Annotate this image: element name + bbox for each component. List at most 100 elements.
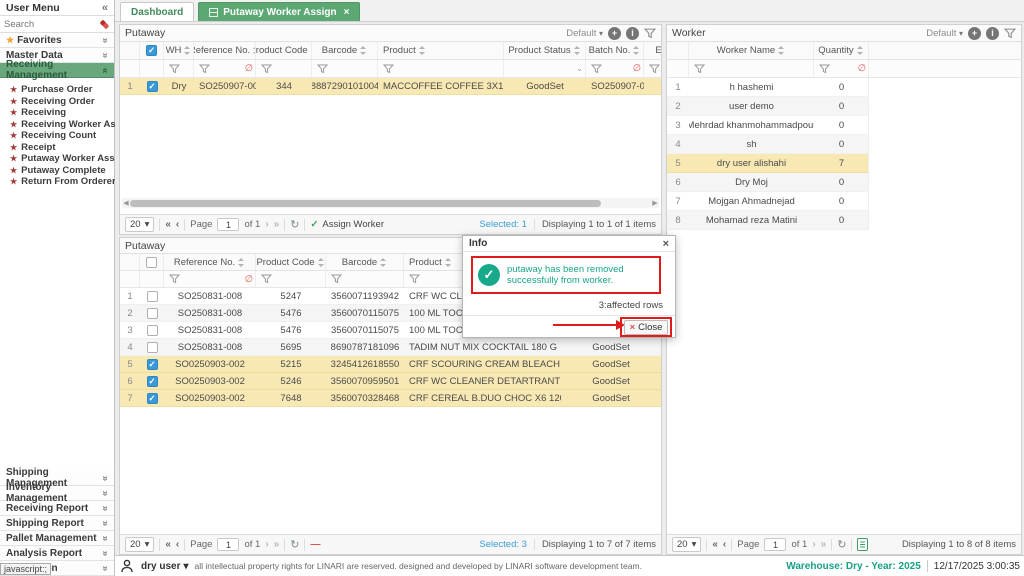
column-header-quantity[interactable]: Quantity bbox=[814, 42, 869, 59]
row-checkbox[interactable]: ✓ bbox=[147, 359, 158, 370]
filter-product[interactable] bbox=[378, 60, 504, 77]
table-row-selected[interactable]: 5 ✓ SO0250903-002 5215 3245412618550 CRF… bbox=[120, 356, 661, 373]
remove-worker-button[interactable]: — bbox=[310, 539, 320, 550]
first-page-button[interactable]: « bbox=[165, 219, 171, 230]
sidebar-item-receiving-count[interactable]: ★Receiving Count bbox=[10, 130, 114, 142]
column-header-reference-no[interactable]: Reference No. bbox=[194, 42, 256, 59]
last-page-button[interactable]: » bbox=[821, 539, 827, 550]
collapse-sidebar-icon[interactable]: « bbox=[102, 2, 108, 14]
close-tab-icon[interactable]: × bbox=[344, 7, 350, 18]
sidebar-section-receiving-management[interactable]: Receiving Management « bbox=[0, 63, 114, 78]
column-header-batch-no[interactable]: Batch No. bbox=[586, 42, 644, 59]
table-row[interactable]: 7 Mojgan Ahmadnejad 0 bbox=[667, 192, 869, 211]
page-size-select[interactable]: 20▾ bbox=[125, 537, 154, 552]
view-selector[interactable]: Default ▾ bbox=[566, 28, 603, 39]
checkbox-unchecked-icon[interactable] bbox=[146, 257, 157, 268]
table-row[interactable]: 1 ✓ Dry SO250907-009 344 8887290101004 M… bbox=[120, 78, 661, 95]
column-header-barcode[interactable]: Barcode bbox=[312, 42, 378, 59]
table-row-selected[interactable]: 5 dry user alishahi 7 bbox=[667, 154, 869, 173]
scrollbar-thumb[interactable] bbox=[130, 200, 601, 207]
next-page-button[interactable]: › bbox=[265, 219, 268, 230]
clear-filter-icon[interactable]: ∅ bbox=[633, 63, 641, 74]
assign-worker-button[interactable]: ✓Assign Worker bbox=[310, 219, 384, 230]
sidebar-section-shipping-report[interactable]: Shipping Report« bbox=[0, 516, 114, 531]
sidebar-item-receiving-order[interactable]: ★Receiving Order bbox=[10, 96, 114, 108]
plus-circle-icon[interactable]: + bbox=[608, 27, 621, 40]
row-checkbox[interactable] bbox=[147, 325, 158, 336]
refresh-icon[interactable]: ↻ bbox=[837, 538, 846, 551]
column-header-product-code[interactable]: Product Code bbox=[256, 254, 326, 270]
clear-filter-icon[interactable]: ∅ bbox=[245, 274, 253, 285]
row-checkbox[interactable] bbox=[147, 342, 158, 353]
filter-barcode[interactable] bbox=[312, 60, 378, 77]
table-row[interactable]: 4 sh 0 bbox=[667, 135, 869, 154]
page-size-select[interactable]: 20▾ bbox=[672, 537, 701, 552]
last-page-button[interactable]: » bbox=[274, 539, 280, 550]
filter-product-code[interactable] bbox=[256, 271, 326, 287]
table-row-selected[interactable]: 6 ✓ SO0250903-002 5246 3560070959501 CRF… bbox=[120, 373, 661, 390]
clear-search-icon[interactable] bbox=[99, 19, 110, 30]
sidebar-item-putaway-worker-assign[interactable]: ★Putaway Worker Assign bbox=[10, 153, 114, 165]
checkbox-checked-icon[interactable]: ✓ bbox=[146, 45, 157, 56]
filter-quantity[interactable]: ∅ bbox=[814, 60, 869, 77]
filter-product-code[interactable] bbox=[256, 60, 312, 77]
sidebar-item-receiving-worker-assign[interactable]: ★Receiving Worker Assign bbox=[10, 119, 114, 131]
first-page-button[interactable]: « bbox=[165, 539, 171, 550]
row-checkbox[interactable] bbox=[147, 308, 158, 319]
search-input[interactable] bbox=[4, 19, 95, 30]
plus-circle-icon[interactable]: + bbox=[968, 27, 981, 40]
page-input[interactable] bbox=[764, 538, 786, 551]
sidebar-item-putaway-complete[interactable]: ★Putaway Complete bbox=[10, 165, 114, 177]
filter-icon[interactable] bbox=[644, 28, 656, 39]
view-selector[interactable]: Default ▾ bbox=[926, 28, 963, 39]
last-page-button[interactable]: » bbox=[274, 219, 280, 230]
filter-product-status[interactable]: ⌄ bbox=[504, 60, 586, 77]
filter-wh[interactable] bbox=[164, 60, 194, 77]
table-row[interactable]: 6 Dry Moj 0 bbox=[667, 173, 869, 192]
sidebar-item-return-from-orderer[interactable]: ★Return From Orderer bbox=[10, 176, 114, 188]
filter-exp[interactable] bbox=[644, 60, 662, 77]
export-excel-icon[interactable] bbox=[857, 538, 868, 551]
table-row[interactable]: 4 SO250831-008 5695 8690787181096 TADIM … bbox=[120, 339, 661, 356]
prev-page-button[interactable]: ‹ bbox=[176, 219, 179, 230]
table-row[interactable]: 1 h hashemi 0 bbox=[667, 78, 869, 97]
prev-page-button[interactable]: ‹ bbox=[723, 539, 726, 550]
close-icon[interactable]: × bbox=[663, 238, 669, 250]
sidebar-item-purchase-order[interactable]: ★Purchase Order bbox=[10, 84, 114, 96]
first-page-button[interactable]: « bbox=[712, 539, 718, 550]
sidebar-section-pallet-management[interactable]: Pallet Management« bbox=[0, 531, 114, 546]
row-checkbox[interactable]: ✓ bbox=[147, 376, 158, 387]
column-header-wh[interactable]: WH bbox=[164, 42, 194, 59]
sidebar-item-receiving[interactable]: ★Receiving bbox=[10, 107, 114, 119]
column-header-product-code[interactable]: Product Code bbox=[256, 42, 312, 59]
page-input[interactable] bbox=[217, 538, 239, 551]
scroll-left-icon[interactable]: ◀ bbox=[122, 199, 130, 207]
current-user-menu[interactable]: dry user▾ bbox=[141, 561, 189, 572]
prev-page-button[interactable]: ‹ bbox=[176, 539, 179, 550]
refresh-icon[interactable]: ↻ bbox=[290, 538, 299, 551]
select-all-checkbox[interactable]: ✓ bbox=[140, 42, 164, 59]
clear-filter-icon[interactable]: ∅ bbox=[245, 63, 253, 74]
row-checkbox[interactable]: ✓ bbox=[147, 393, 158, 404]
row-checkbox[interactable]: ✓ bbox=[147, 81, 158, 92]
table-row[interactable]: 8 Mohamad reza Matini 0 bbox=[667, 211, 869, 230]
page-input[interactable] bbox=[217, 218, 239, 231]
sidebar-section-analysis-report[interactable]: Analysis Report« bbox=[0, 546, 114, 561]
close-button[interactable]: × Close bbox=[624, 320, 669, 335]
next-page-button[interactable]: › bbox=[812, 539, 815, 550]
column-header-worker-name[interactable]: Worker Name bbox=[689, 42, 814, 59]
table-row[interactable]: 3 Mehrdad khanmohammadpour 0 bbox=[667, 116, 869, 135]
sidebar-section-inventory-management[interactable]: Inventory Management« bbox=[0, 486, 114, 501]
column-header-reference-no[interactable]: Reference No. bbox=[164, 254, 256, 270]
filter-icon[interactable] bbox=[1004, 28, 1016, 39]
sidebar-section-favorites[interactable]: ★Favorites « bbox=[0, 33, 114, 48]
scroll-right-icon[interactable]: ▶ bbox=[651, 199, 659, 207]
page-size-select[interactable]: 20▾ bbox=[125, 217, 154, 232]
select-all-checkbox[interactable] bbox=[140, 254, 164, 270]
sidebar-item-receipt[interactable]: ★Receipt bbox=[10, 142, 114, 154]
table-row[interactable]: 2 user demo 0 bbox=[667, 97, 869, 116]
filter-barcode[interactable] bbox=[326, 271, 404, 287]
column-header-product-status[interactable]: Product Status bbox=[504, 42, 586, 59]
filter-batch-no[interactable]: ∅ bbox=[586, 60, 644, 77]
filter-worker-name[interactable] bbox=[689, 60, 814, 77]
